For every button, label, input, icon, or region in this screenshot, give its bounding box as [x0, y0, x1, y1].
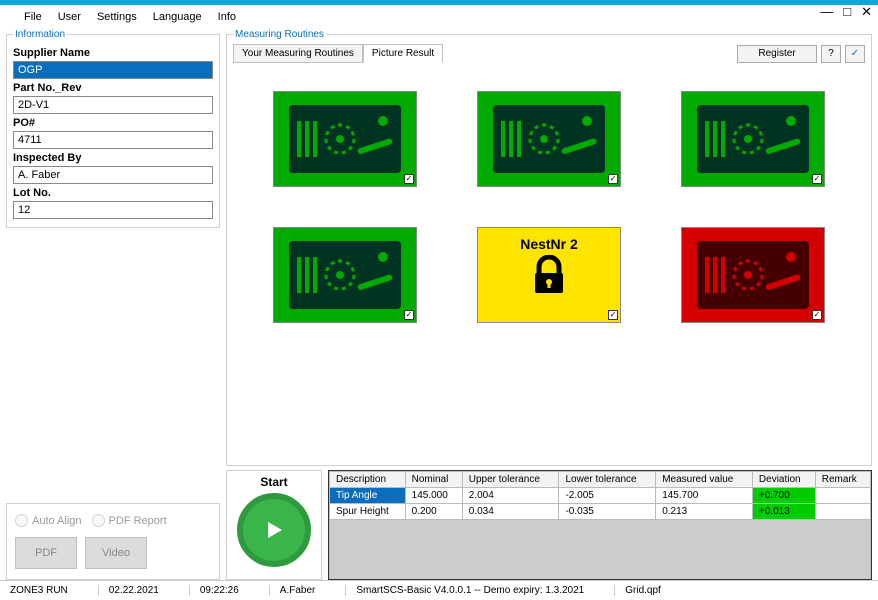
play-icon	[262, 518, 286, 542]
help-button[interactable]: ?	[821, 45, 841, 63]
maximize-icon[interactable]: □	[843, 5, 851, 18]
results-table[interactable]: Description Nominal Upper tolerance Lowe…	[328, 470, 872, 580]
actions-panel: Auto Align PDF Report PDF Video	[6, 503, 220, 580]
close-icon[interactable]: ✕	[861, 5, 872, 18]
table-row[interactable]: Tip Angle 145.000 2.004 -2.005 145.700 +…	[330, 488, 871, 504]
col-dev[interactable]: Deviation	[752, 472, 815, 488]
picture-grid: ✓ ✓ ✓ ✓ NestNr 2 ✓	[233, 63, 865, 459]
thumb-4[interactable]: ✓	[273, 227, 417, 323]
thumb-6[interactable]: ✓	[681, 227, 825, 323]
table-row[interactable]: Spur Height 0.200 0.034 -0.035 0.213 +0.…	[330, 504, 871, 520]
check-icon: ✓	[608, 174, 618, 184]
information-legend: Information	[13, 29, 67, 40]
table-empty	[330, 520, 871, 580]
thumb-5[interactable]: NestNr 2 ✓	[477, 227, 621, 323]
information-panel: Information Supplier Name Part No._Rev P…	[6, 29, 220, 228]
refresh-button[interactable]: ✓	[845, 45, 865, 63]
inspected-label: Inspected By	[13, 152, 213, 164]
measuring-routines-panel: Measuring Routines Your Measuring Routin…	[226, 29, 872, 466]
start-label: Start	[260, 475, 287, 489]
check-icon: ✓	[812, 174, 822, 184]
title-bar	[0, 0, 878, 5]
part-input[interactable]	[13, 96, 213, 114]
tab-your-routines[interactable]: Your Measuring Routines	[233, 44, 363, 63]
nest-label: NestNr 2	[520, 236, 578, 252]
status-user: A.Faber	[269, 585, 316, 596]
col-ut[interactable]: Upper tolerance	[462, 472, 559, 488]
thumb-1[interactable]: ✓	[273, 91, 417, 187]
menu-user[interactable]: User	[58, 11, 81, 23]
status-date: 02.22.2021	[98, 585, 159, 596]
video-button[interactable]: Video	[85, 537, 147, 569]
pdf-button[interactable]: PDF	[15, 537, 77, 569]
po-input[interactable]	[13, 131, 213, 149]
menu-language[interactable]: Language	[153, 11, 202, 23]
pcb-icon	[285, 101, 405, 177]
lot-label: Lot No.	[13, 187, 213, 199]
pcb-icon	[693, 237, 813, 313]
col-mv[interactable]: Measured value	[656, 472, 753, 488]
part-label: Part No._Rev	[13, 82, 213, 94]
pcb-icon	[285, 237, 405, 313]
status-time: 09:22:26	[189, 585, 239, 596]
lock-icon	[524, 255, 574, 295]
col-lt[interactable]: Lower tolerance	[559, 472, 656, 488]
tab-picture-result[interactable]: Picture Result	[363, 44, 443, 63]
supplier-input[interactable]	[13, 61, 213, 79]
autoalign-checkbox[interactable]: Auto Align	[15, 514, 82, 527]
start-panel: Start	[226, 470, 322, 580]
po-label: PO#	[13, 117, 213, 129]
thumb-2[interactable]: ✓	[477, 91, 621, 187]
menu-info[interactable]: Info	[218, 11, 236, 23]
start-button[interactable]	[237, 493, 311, 567]
status-zone: ZONE3 RUN	[10, 585, 68, 596]
register-button[interactable]: Register	[737, 45, 817, 63]
pcb-icon	[489, 101, 609, 177]
pcb-icon	[693, 101, 813, 177]
status-bar: ZONE3 RUN 02.22.2021 09:22:26 A.Faber Sm…	[0, 580, 878, 600]
status-file: Grid.qpf	[614, 585, 661, 596]
thumb-3[interactable]: ✓	[681, 91, 825, 187]
check-icon: ✓	[608, 310, 618, 320]
col-nom[interactable]: Nominal	[405, 472, 462, 488]
menu-file[interactable]: File	[24, 11, 42, 23]
menu-settings[interactable]: Settings	[97, 11, 137, 23]
col-desc[interactable]: Description	[330, 472, 406, 488]
menu-bar: File User Settings Language Info	[0, 5, 878, 29]
minimize-icon[interactable]: —	[820, 5, 833, 18]
supplier-label: Supplier Name	[13, 47, 213, 59]
check-icon: ✓	[404, 310, 414, 320]
inspected-input[interactable]	[13, 166, 213, 184]
check-icon: ✓	[404, 174, 414, 184]
measuring-routines-legend: Measuring Routines	[233, 29, 326, 40]
pdfreport-checkbox[interactable]: PDF Report	[92, 514, 167, 527]
status-app: SmartSCS-Basic V4.0.0.1 -- Demo expiry: …	[345, 585, 584, 596]
col-rem[interactable]: Remark	[815, 472, 870, 488]
lot-input[interactable]	[13, 201, 213, 219]
check-icon: ✓	[812, 310, 822, 320]
